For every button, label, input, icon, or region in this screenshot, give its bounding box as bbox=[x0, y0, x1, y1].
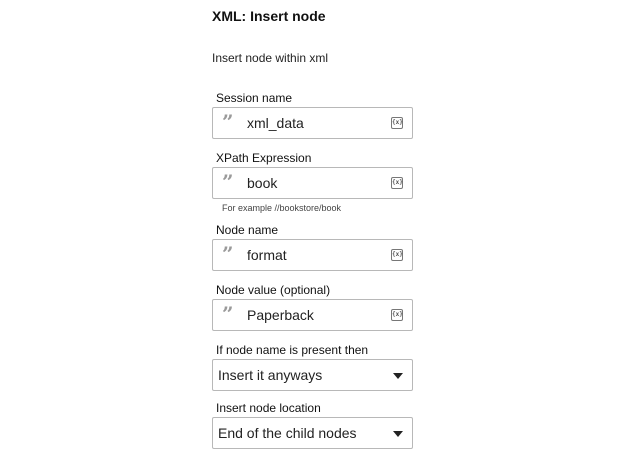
panel-description: Insert node within xml bbox=[212, 51, 329, 65]
insert-location-select[interactable]: End of the child nodes bbox=[212, 417, 413, 449]
variable-icon[interactable]: {x} bbox=[391, 117, 403, 129]
xpath-expression-value: book bbox=[247, 175, 278, 191]
session-name-value: xml_data bbox=[247, 115, 304, 131]
if-present-selected-value: Insert it anyways bbox=[218, 367, 323, 383]
xpath-expression-label: XPath Expression bbox=[216, 151, 312, 165]
insert-location-selected-value: End of the child nodes bbox=[218, 425, 357, 441]
node-name-value: format bbox=[247, 247, 287, 263]
if-present-label: If node name is present then bbox=[216, 343, 369, 357]
variable-icon[interactable]: {x} bbox=[391, 249, 403, 261]
quote-icon: ” bbox=[222, 170, 233, 194]
xpath-hint: For example //bookstore/book bbox=[222, 203, 342, 213]
chevron-down-icon[interactable] bbox=[393, 373, 403, 379]
insert-location-label: Insert node location bbox=[216, 401, 321, 415]
panel-title: XML: Insert node bbox=[212, 8, 326, 24]
variable-icon[interactable]: {x} bbox=[391, 177, 403, 189]
quote-icon: ” bbox=[222, 110, 233, 134]
node-value-field[interactable]: ” Paperback {x} bbox=[212, 299, 413, 331]
if-present-select[interactable]: Insert it anyways bbox=[212, 359, 413, 391]
node-value-value: Paperback bbox=[247, 307, 314, 323]
session-name-field[interactable]: ” xml_data {x} bbox=[212, 107, 413, 139]
xpath-expression-field[interactable]: ” book {x} bbox=[212, 167, 413, 199]
quote-icon: ” bbox=[222, 302, 233, 326]
session-name-label: Session name bbox=[216, 91, 293, 105]
node-name-field[interactable]: ” format {x} bbox=[212, 239, 413, 271]
variable-icon[interactable]: {x} bbox=[391, 309, 403, 321]
node-name-label: Node name bbox=[216, 223, 279, 237]
chevron-down-icon[interactable] bbox=[393, 431, 403, 437]
node-value-label: Node value (optional) bbox=[216, 283, 331, 297]
quote-icon: ” bbox=[222, 242, 233, 266]
